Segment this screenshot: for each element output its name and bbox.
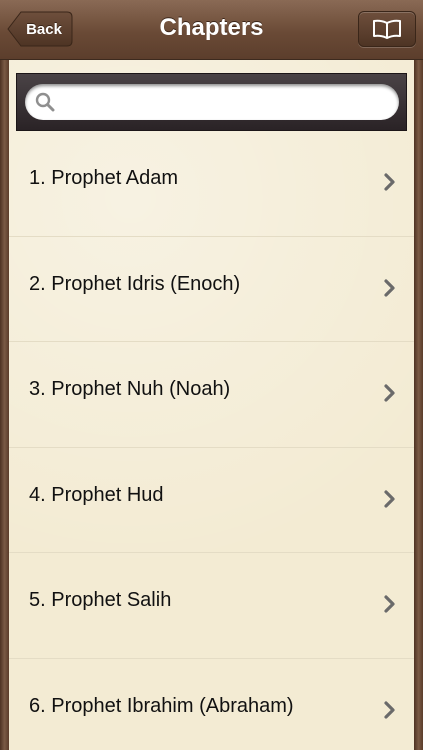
chapter-row[interactable]: 3. Prophet Nuh (Noah) <box>9 342 414 448</box>
book-button[interactable] <box>358 11 416 47</box>
chapter-label: 6. Prophet Ibrahim (Abraham) <box>29 694 294 717</box>
chapter-row[interactable]: 6. Prophet Ibrahim (Abraham) <box>9 659 414 750</box>
chapter-row[interactable]: 5. Prophet Salih <box>9 553 414 659</box>
chapter-list: 1. Prophet Adam 2. Prophet Idris (Enoch)… <box>9 131 414 750</box>
search-field[interactable] <box>25 84 399 120</box>
chapter-label: 4. Prophet Hud <box>29 483 164 506</box>
chapters-panel: 1. Prophet Adam 2. Prophet Idris (Enoch)… <box>9 60 414 750</box>
chevron-right-icon <box>384 595 395 613</box>
navigation-bar: Back Chapters <box>0 0 423 60</box>
chapter-label: 5. Prophet Salih <box>29 589 172 611</box>
chapter-row[interactable]: 4. Prophet Hud <box>9 448 414 553</box>
chapter-label: 1. Prophet Adam <box>29 167 178 189</box>
chapter-label: 3. Prophet Nuh (Noah) <box>29 378 231 400</box>
frame-left <box>0 60 9 750</box>
chevron-right-icon <box>384 489 395 508</box>
search-input[interactable] <box>61 92 381 112</box>
chevron-right-icon <box>384 384 395 402</box>
book-icon <box>373 19 401 39</box>
chevron-right-icon <box>384 278 395 297</box>
frame-right <box>414 60 423 750</box>
chevron-right-icon <box>384 173 395 191</box>
search-icon <box>35 92 55 112</box>
chapter-label: 2. Prophet Idris (Enoch) <box>29 272 241 295</box>
chapter-row[interactable]: 1. Prophet Adam <box>9 131 414 237</box>
search-bar <box>16 73 407 131</box>
chapter-row[interactable]: 2. Prophet Idris (Enoch) <box>9 237 414 342</box>
chevron-right-icon <box>384 700 395 719</box>
